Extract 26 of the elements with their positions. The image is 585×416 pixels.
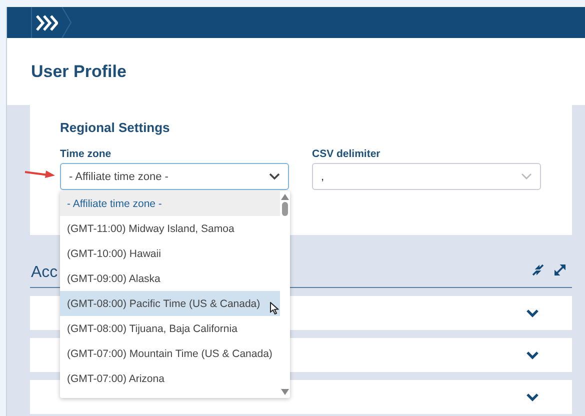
section-title: Acc (31, 264, 58, 282)
scrollbar-thumb[interactable] (282, 202, 288, 216)
breadcrumb-separator (62, 7, 72, 38)
section-title: Regional Settings (60, 120, 171, 135)
time-zone-select[interactable]: - Affiliate time zone - (60, 163, 289, 190)
expand-icon[interactable] (554, 264, 566, 276)
collapse-icon[interactable] (532, 264, 544, 276)
dropdown-option[interactable]: - Affiliate time zone - (60, 191, 280, 216)
cursor-icon (270, 302, 279, 315)
arrow-icon (24, 169, 56, 179)
dropdown-option[interactable]: (GMT-11:00) Midway Island, Samoa (60, 216, 280, 241)
dropdown-option[interactable]: (GMT-07:00) Arizona (60, 366, 280, 391)
scroll-down-icon[interactable] (281, 389, 289, 395)
dropdown-option[interactable]: (GMT-09:00) Alaska (60, 266, 280, 291)
dropdown-option[interactable]: (GMT-08:00) Tijuana, Baja California (60, 316, 280, 341)
field-label: CSV delimiter (312, 148, 382, 160)
chevron-down-icon (269, 173, 280, 180)
dropdown-option[interactable]: (GMT-08:00) Pacific Time (US & Canada) (60, 291, 280, 316)
chevrons-icon[interactable] (36, 14, 58, 30)
page-title: User Profile (31, 62, 126, 82)
field-label: Time zone (60, 148, 112, 160)
scroll-up-icon[interactable] (281, 194, 289, 200)
dropdown-option[interactable]: (GMT-07:00) Mountain Time (US & Canada) (60, 341, 280, 366)
chevron-down-icon (521, 173, 532, 180)
dropdown-option[interactable]: (GMT-10:00) Hawaii (60, 241, 280, 266)
csv-delimiter-select[interactable]: , (312, 163, 541, 190)
